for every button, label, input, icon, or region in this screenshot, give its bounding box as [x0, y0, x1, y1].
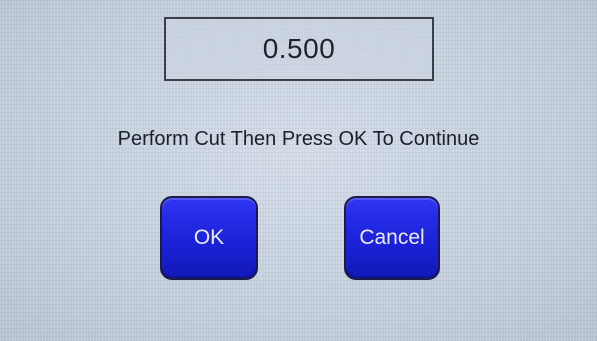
cancel-button[interactable]: Cancel	[344, 196, 440, 280]
touch-screen: 0.500 Perform Cut Then Press OK To Conti…	[0, 0, 597, 341]
cancel-button-label: Cancel	[359, 226, 425, 249]
value-display-text: 0.500	[262, 33, 336, 64]
value-display-box: 0.500	[164, 17, 434, 81]
ok-button[interactable]: OK	[160, 196, 258, 280]
instruction-prompt: Perform Cut Then Press OK To Continue	[117, 128, 480, 150]
ok-button-label: OK	[193, 226, 225, 249]
